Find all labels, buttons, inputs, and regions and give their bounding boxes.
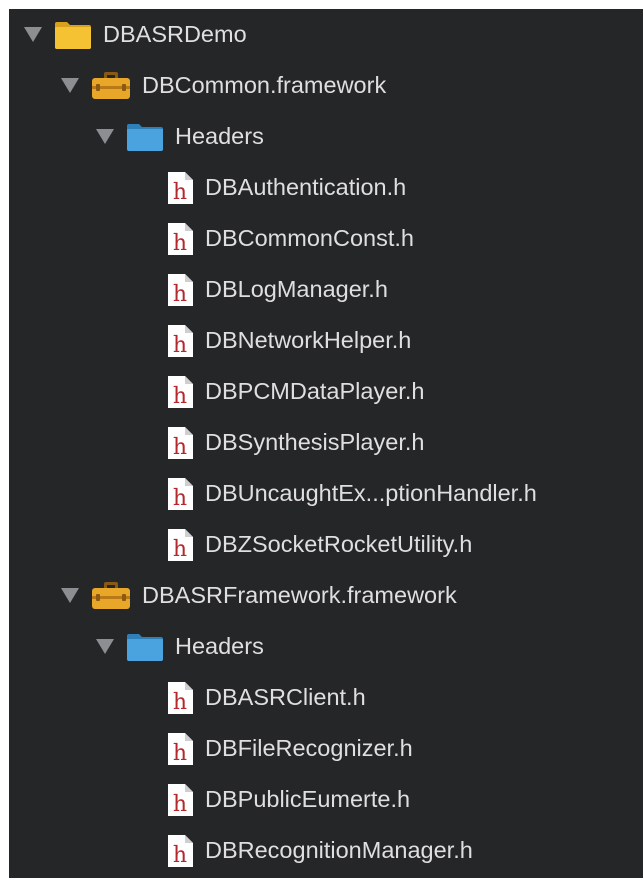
blue-folder-icon [127,633,163,661]
tree-row-file[interactable]: h DBPCMDataPlayer.h [9,366,643,417]
tree-row-file[interactable]: h DBLogManager.h [9,264,643,315]
tree-row-file[interactable]: h DBZSocketRocketUtility.h [9,519,643,570]
svg-text:h: h [173,384,187,409]
disclosure-triangle-expanded[interactable] [24,27,42,42]
yellow-folder-icon [55,21,91,49]
blue-folder-icon [127,123,163,151]
project-navigator: DBASRDemo DBCommon.framework Headers h D… [9,9,643,878]
svg-text:h: h [173,843,187,868]
toolbox-icon [92,581,130,609]
file-name: DBNetworkHelper.h [205,327,412,353]
framework-name: DBCommon.framework [142,72,387,98]
svg-text:h: h [173,741,187,766]
file-name: DBUncaughtEx...ptionHandler.h [205,480,537,506]
header-file-icon: h [168,834,193,868]
svg-text:h: h [173,486,187,511]
header-file-icon: h [168,477,193,511]
project-name: DBASRDemo [103,21,247,47]
file-name: DBLogManager.h [205,276,388,302]
file-name: DBSynthesisPlayer.h [205,429,425,455]
svg-text:h: h [173,282,187,307]
file-name: DBZSocketRocketUtility.h [205,531,473,557]
file-name: DBASRClient.h [205,684,366,710]
group-name: Headers [175,123,264,149]
disclosure-triangle-expanded[interactable] [96,129,114,144]
svg-text:h: h [173,333,187,358]
svg-text:h: h [173,690,187,715]
tree-row-group-headers[interactable]: Headers [9,621,643,672]
svg-text:h: h [173,180,187,205]
file-name: DBCommonConst.h [205,225,414,251]
file-name: DBAuthentication.h [205,174,407,200]
tree-row-file[interactable]: h DBSynthesisPlayer.h [9,417,643,468]
tree-row-file[interactable]: h DBFileRecognizer.h [9,723,643,774]
file-name: DBPublicEumerte.h [205,786,411,812]
svg-text:h: h [173,537,187,562]
header-file-icon: h [168,732,193,766]
header-file-icon: h [168,426,193,460]
tree-row-file[interactable]: h DBUncaughtEx...ptionHandler.h [9,468,643,519]
tree-row-file[interactable]: h DBASRClient.h [9,672,643,723]
header-file-icon: h [168,783,193,817]
toolbox-icon [92,71,130,99]
header-file-icon: h [168,273,193,307]
disclosure-triangle-expanded[interactable] [61,588,79,603]
svg-text:h: h [173,231,187,256]
disclosure-triangle-expanded[interactable] [61,78,79,93]
tree-row-project[interactable]: DBASRDemo [9,9,643,60]
tree-row-file[interactable]: h DBCommonConst.h [9,213,643,264]
file-name: DBFileRecognizer.h [205,735,413,761]
svg-text:h: h [173,435,187,460]
svg-text:h: h [173,792,187,817]
header-file-icon: h [168,528,193,562]
tree-row-file[interactable]: h DBPublicEumerte.h [9,774,643,825]
disclosure-triangle-expanded[interactable] [96,639,114,654]
header-file-icon: h [168,324,193,358]
header-file-icon: h [168,171,193,205]
tree-row-framework[interactable]: DBCommon.framework [9,60,643,111]
group-name: Headers [175,633,264,659]
tree-row-file[interactable]: h DBNetworkHelper.h [9,315,643,366]
tree-row-group-headers[interactable]: Headers [9,111,643,162]
header-file-icon: h [168,681,193,715]
tree-row-file[interactable]: h DBAuthentication.h [9,162,643,213]
tree-row-framework[interactable]: DBASRFramework.framework [9,570,643,621]
tree-row-file[interactable]: h DBRecognitionManager.h [9,825,643,876]
header-file-icon: h [168,222,193,256]
file-name: DBRecognitionManager.h [205,837,473,863]
header-file-icon: h [168,375,193,409]
framework-name: DBASRFramework.framework [142,582,457,608]
file-name: DBPCMDataPlayer.h [205,378,425,404]
